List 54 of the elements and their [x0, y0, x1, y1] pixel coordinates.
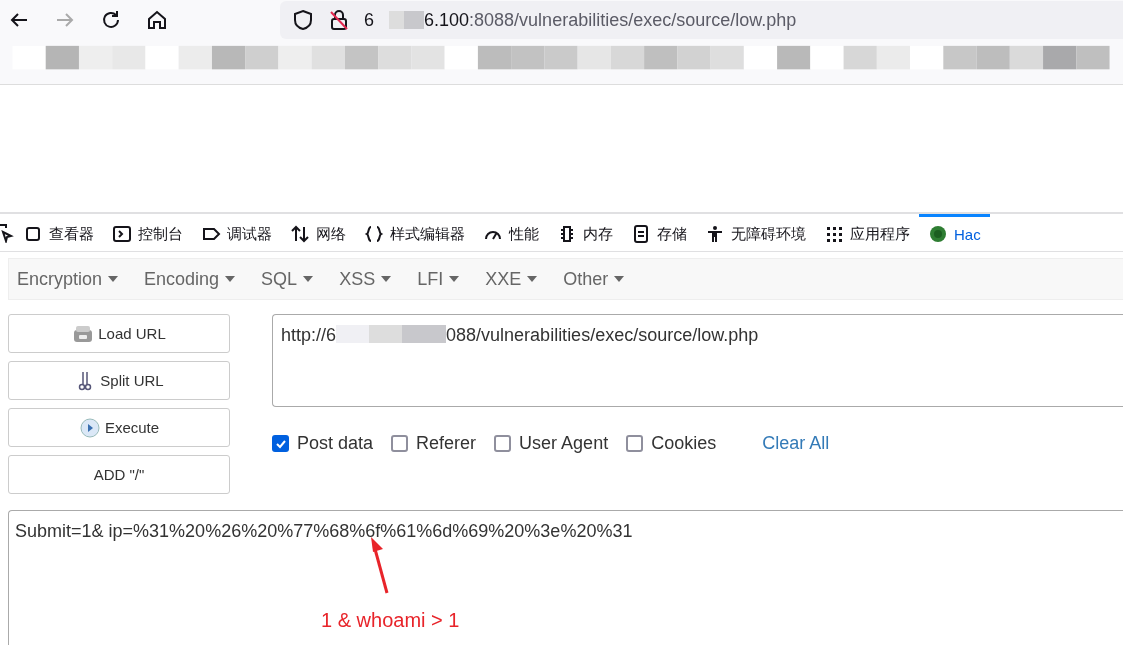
address-bar[interactable]: 6 6.100:8088/vulnerabilities/exec/source/low.php: [280, 1, 1123, 39]
annotation-text: 1 & whoami > 1: [321, 609, 460, 632]
home-icon[interactable]: [146, 9, 168, 31]
devtools-tab[interactable]: 内存: [548, 214, 622, 251]
menu-dropdown[interactable]: LFI: [417, 268, 460, 290]
tab-icon: [705, 224, 725, 244]
caret-icon: [614, 276, 625, 282]
tab-icon: [290, 224, 310, 244]
reload-icon[interactable]: [100, 9, 122, 31]
menu-dropdown[interactable]: XXE: [485, 268, 538, 290]
menu-dropdown[interactable]: Other: [563, 268, 625, 290]
address-text: 6.100:8088/vulnerabilities/exec/source/low.php: [424, 9, 797, 31]
menu-dropdown[interactable]: Encryption: [17, 268, 119, 290]
menu-dropdown[interactable]: SQL: [261, 268, 314, 290]
devtools-tab[interactable]: 查看器: [14, 214, 103, 251]
play-icon: [78, 416, 101, 439]
devtools-tab[interactable]: 控制台: [103, 214, 192, 251]
hackbar-button[interactable]: Execute: [8, 408, 230, 447]
option-checkbox[interactable]: Post data: [272, 433, 374, 454]
tab-icon: [23, 224, 43, 244]
post-data-field[interactable]: Submit=1& ip=%31%20%26%20%77%68%6f%61%6d%69%20%3e%20%31 1 & whoami > 1: [8, 510, 1123, 645]
tab-icon: [364, 224, 384, 244]
hackbar-button[interactable]: ADD "/": [8, 455, 230, 494]
caret-icon: [108, 276, 119, 282]
url-field[interactable]: http://6 088/vulnerabilities/exec/source/low.php: [272, 314, 1123, 407]
tab-icon: [112, 224, 132, 244]
caret-icon: [449, 276, 460, 282]
menu-dropdown[interactable]: XSS: [339, 268, 392, 290]
menu-dropdown[interactable]: Encoding: [144, 268, 236, 290]
address-host-start: 6: [364, 9, 374, 31]
devtools-tab[interactable]: 存储: [622, 214, 696, 251]
clear-all-link[interactable]: Clear All: [762, 433, 830, 454]
devtools-tab[interactable]: 应用程序: [815, 214, 919, 251]
devtools-tab[interactable]: 网络: [281, 214, 355, 251]
devtools-tab[interactable]: Hac: [919, 214, 990, 251]
option-checkbox[interactable]: User Agent: [494, 433, 609, 454]
devtools-tab[interactable]: 样式编辑器: [355, 214, 474, 251]
option-checkbox[interactable]: Referer: [391, 433, 477, 454]
shield-icon: [292, 9, 314, 31]
caret-icon: [527, 276, 538, 282]
hackbar-button[interactable]: Split URL: [8, 361, 230, 400]
option-checkbox[interactable]: Cookies: [626, 433, 717, 454]
tab-icon: [928, 224, 948, 244]
lock-icon: [328, 9, 350, 31]
caret-icon: [303, 276, 314, 282]
hackbar-button[interactable]: Load URL: [8, 314, 230, 353]
tab-icon: [824, 224, 844, 244]
devtools-tab[interactable]: 性能: [474, 214, 548, 251]
caret-icon: [225, 276, 236, 282]
picker-icon[interactable]: [0, 222, 14, 243]
caret-icon: [381, 276, 392, 282]
devtools-tab[interactable]: 调试器: [192, 214, 281, 251]
devtools-tab[interactable]: 无障碍环境: [696, 214, 815, 251]
tab-icon: [631, 224, 651, 244]
